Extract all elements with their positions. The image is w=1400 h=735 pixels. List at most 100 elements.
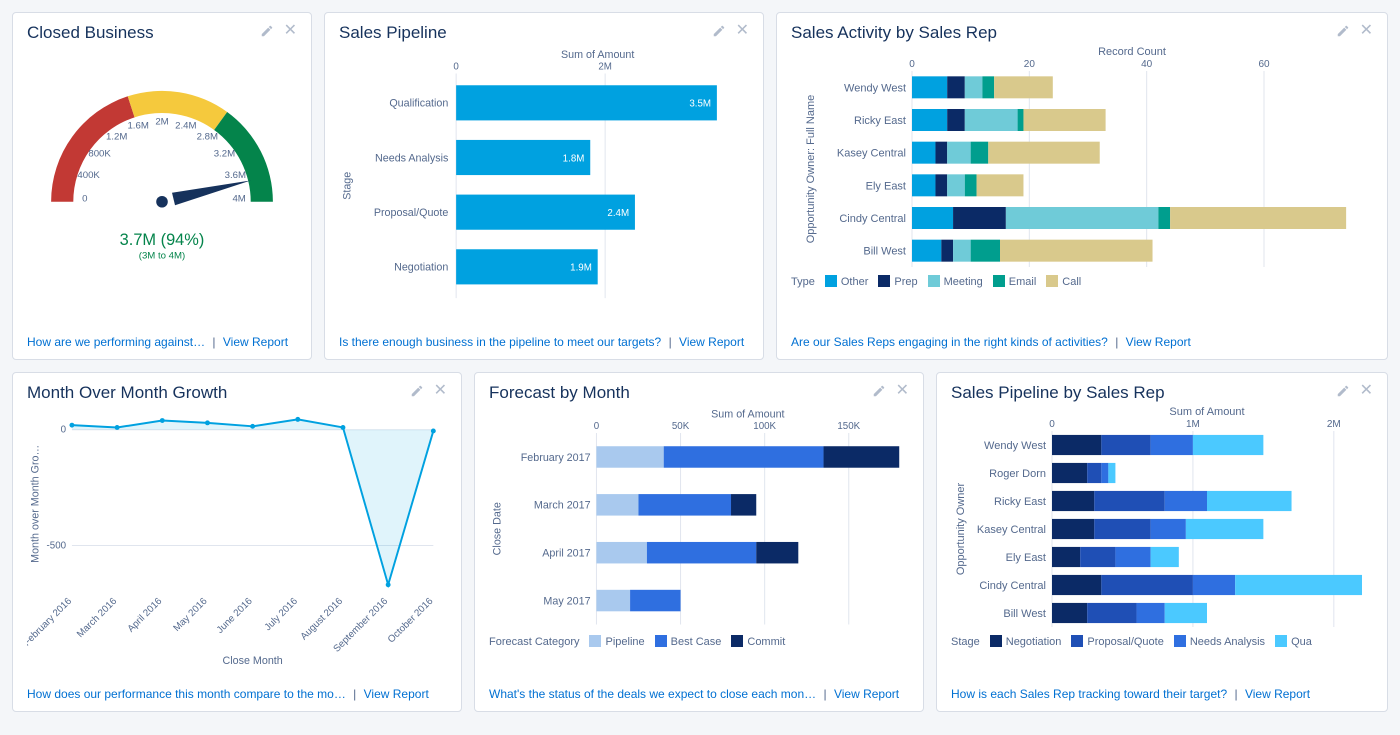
svg-text:July 2016: July 2016 [263,596,300,633]
svg-text:20: 20 [1024,59,1036,70]
svg-text:Bill West: Bill West [863,246,906,258]
sales-pipeline-chart: Sum of Amount 0 2M Qualification 3.5M Needs A… [339,43,749,313]
close-icon[interactable]: ✕ [284,24,297,43]
svg-text:0: 0 [594,421,600,432]
svg-text:Cindy Central: Cindy Central [839,213,906,225]
svg-text:2M: 2M [598,62,612,73]
svg-text:Needs Analysis: Needs Analysis [375,152,448,164]
view-report-link[interactable]: View Report [1126,335,1191,349]
card-title: Forecast by Month [489,383,872,403]
close-icon[interactable]: ✕ [896,384,909,403]
card-footer: Is there enough business in the pipeline… [339,329,749,349]
card-title: Month Over Month Growth [27,383,410,403]
footer-question[interactable]: Are our Sales Reps engaging in the right… [791,335,1108,349]
svg-text:Bill West: Bill West [1003,608,1046,620]
svg-text:4M: 4M [232,194,245,205]
footer-question[interactable]: How is each Sales Rep tracking toward th… [951,687,1227,701]
svg-text:Qualification: Qualification [389,98,448,110]
svg-text:Stage: Stage [342,172,354,200]
close-icon[interactable]: ✕ [1360,24,1373,43]
footer-question[interactable]: How does our performance this month comp… [27,687,346,701]
svg-text:1.6M: 1.6M [127,120,148,131]
card-footer: What's the status of the deals we expect… [489,681,909,701]
card-footer: How are we performing against… | View Re… [27,329,297,349]
svg-text:1M: 1M [1186,419,1200,430]
svg-text:Close Date: Close Date [492,502,504,555]
dashboard-row-2: Month Over Month Growth ✕ 0 -500 February … [12,372,1388,712]
card-forecast: Forecast by Month ✕ Sum of Amount 0 50K 100… [474,372,924,712]
footer-question[interactable]: Is there enough business in the pipeline… [339,335,661,349]
svg-text:March 2017: March 2017 [534,500,591,512]
card-footer: Are our Sales Reps engaging in the right… [791,329,1373,349]
edit-icon[interactable] [1336,24,1350,43]
svg-text:Roger Dorn: Roger Dorn [989,468,1046,480]
svg-text:Sum of Amount: Sum of Amount [1169,406,1244,418]
svg-text:3.2M: 3.2M [214,148,235,159]
card-closed-business: Closed Business ✕ 0400K800K1.2M1.6M2M2.4… [12,12,312,360]
card-mom-growth: Month Over Month Growth ✕ 0 -500 February … [12,372,462,712]
svg-text:February 2016: February 2016 [27,596,74,649]
footer-question[interactable]: What's the status of the deals we expect… [489,687,816,701]
svg-text:50K: 50K [672,421,690,432]
card-footer: How does our performance this month comp… [27,681,447,701]
card-footer: How is each Sales Rep tracking toward th… [951,681,1373,701]
svg-text:Sum of Amount: Sum of Amount [561,49,634,61]
svg-text:Ely East: Ely East [866,180,906,192]
edit-icon[interactable] [410,384,424,403]
card-sales-activity: Sales Activity by Sales Rep ✕ Record Cou… [776,12,1388,360]
svg-text:2M: 2M [1327,419,1341,430]
svg-text:Proposal/Quote: Proposal/Quote [374,207,449,219]
svg-text:April 2017: April 2017 [542,548,590,560]
svg-text:100K: 100K [753,421,776,432]
svg-text:-500: -500 [47,540,67,551]
svg-text:0: 0 [909,59,915,70]
svg-text:Negotiation: Negotiation [394,262,448,274]
edit-icon[interactable] [260,24,274,43]
svg-text:May 2017: May 2017 [543,595,590,607]
svg-text:April 2016: April 2016 [126,596,165,635]
close-icon[interactable]: ✕ [736,24,749,43]
edit-icon[interactable] [1336,384,1350,403]
view-report-link[interactable]: View Report [679,335,744,349]
svg-text:2.4M: 2.4M [607,208,629,219]
view-report-link[interactable]: View Report [1245,687,1310,701]
svg-text:3.5M: 3.5M [689,99,711,110]
svg-text:60: 60 [1258,59,1270,70]
footer-question[interactable]: How are we performing against… [27,335,205,349]
svg-text:800K: 800K [88,148,111,159]
svg-text:150K: 150K [837,421,860,432]
svg-text:October 2016: October 2016 [386,596,436,646]
view-report-link[interactable]: View Report [834,687,899,701]
svg-text:Record Count: Record Count [1098,46,1166,58]
svg-text:0: 0 [453,62,459,73]
forecast-chart: Sum of Amount 0 50K 100K 150K February 2017 Ma… [489,403,909,635]
edit-icon[interactable] [872,384,886,403]
card-title: Sales Pipeline by Sales Rep [951,383,1336,403]
svg-text:0: 0 [1049,419,1055,430]
svg-text:Cindy Central: Cindy Central [979,580,1046,592]
view-report-link[interactable]: View Report [223,335,288,349]
svg-text:Ely East: Ely East [1006,552,1046,564]
svg-text:2.4M: 2.4M [175,120,196,131]
svg-text:0: 0 [82,194,87,205]
svg-text:Sum of Amount: Sum of Amount [711,408,784,420]
edit-icon[interactable] [712,24,726,43]
svg-text:May 2016: May 2016 [172,596,210,634]
svg-text:Wendy West: Wendy West [984,440,1046,452]
svg-text:March 2016: March 2016 [75,596,119,640]
svg-text:Ricky East: Ricky East [854,115,906,127]
close-icon[interactable]: ✕ [1360,384,1373,403]
forecast-legend: Forecast CategoryPipelineBest CaseCommit [489,635,909,648]
svg-text:0: 0 [61,425,67,436]
svg-text:Kasey Central: Kasey Central [837,148,906,160]
view-report-link[interactable]: View Report [364,687,429,701]
svg-text:February 2017: February 2017 [521,452,591,464]
svg-text:Ricky East: Ricky East [994,496,1046,508]
svg-text:(3M to 4M): (3M to 4M) [139,251,186,262]
svg-text:Month over Month Gro…: Month over Month Gro… [30,445,42,563]
svg-text:June 2016: June 2016 [215,596,255,636]
card-title: Sales Activity by Sales Rep [791,23,1336,43]
svg-text:40: 40 [1141,59,1153,70]
close-icon[interactable]: ✕ [434,384,447,403]
svg-text:400K: 400K [77,170,100,181]
